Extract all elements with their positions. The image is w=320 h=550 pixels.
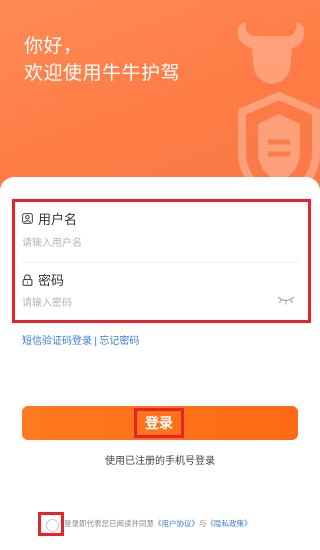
login-button[interactable] [22,406,298,440]
password-label: 密码 [38,274,65,289]
agreement-text: 登录即代表您已阅读并同意《用户协议》与《隐私政策》 [64,518,252,529]
forgot-password-link[interactable]: 忘记密码 [99,336,139,347]
agreement-prefix: 登录即代表您已阅读并同意 [64,519,154,528]
login-hint: 使用已注册的手机号登录 [105,456,215,467]
agreement-conjunction: 与 [199,519,207,528]
agreement-row: 登录即代表您已阅读并同意《用户协议》与《隐私政策》 [38,512,318,536]
greeting-line-2: 欢迎使用牛牛护驾 [24,62,181,84]
lock-icon [22,273,33,286]
sms-login-link[interactable]: 短信验证码登录 [22,336,92,347]
user-icon [22,213,33,224]
eye-closed-icon[interactable] [277,295,295,305]
privacy-policy-link[interactable]: 《隐私政策》 [207,519,252,528]
agreement-checkbox[interactable] [38,512,64,536]
password-input[interactable] [22,292,272,314]
password-label-row: 密码 [22,270,64,289]
username-divider [22,262,298,263]
username-label-row: 用户名 [22,209,77,228]
greeting-line-1: 你好， [24,35,83,57]
header-banner: 你好， 欢迎使用牛牛护驾 [0,0,320,200]
user-agreement-link[interactable]: 《用户协议》 [154,519,199,528]
username-label: 用户名 [38,213,78,228]
bull-logo-watermark [237,22,305,84]
checkbox-circle-icon [46,519,59,532]
username-input[interactable] [22,232,297,254]
link-separator: | [94,336,98,347]
auth-links: 短信验证码登录 | 忘记密码 [22,332,139,347]
